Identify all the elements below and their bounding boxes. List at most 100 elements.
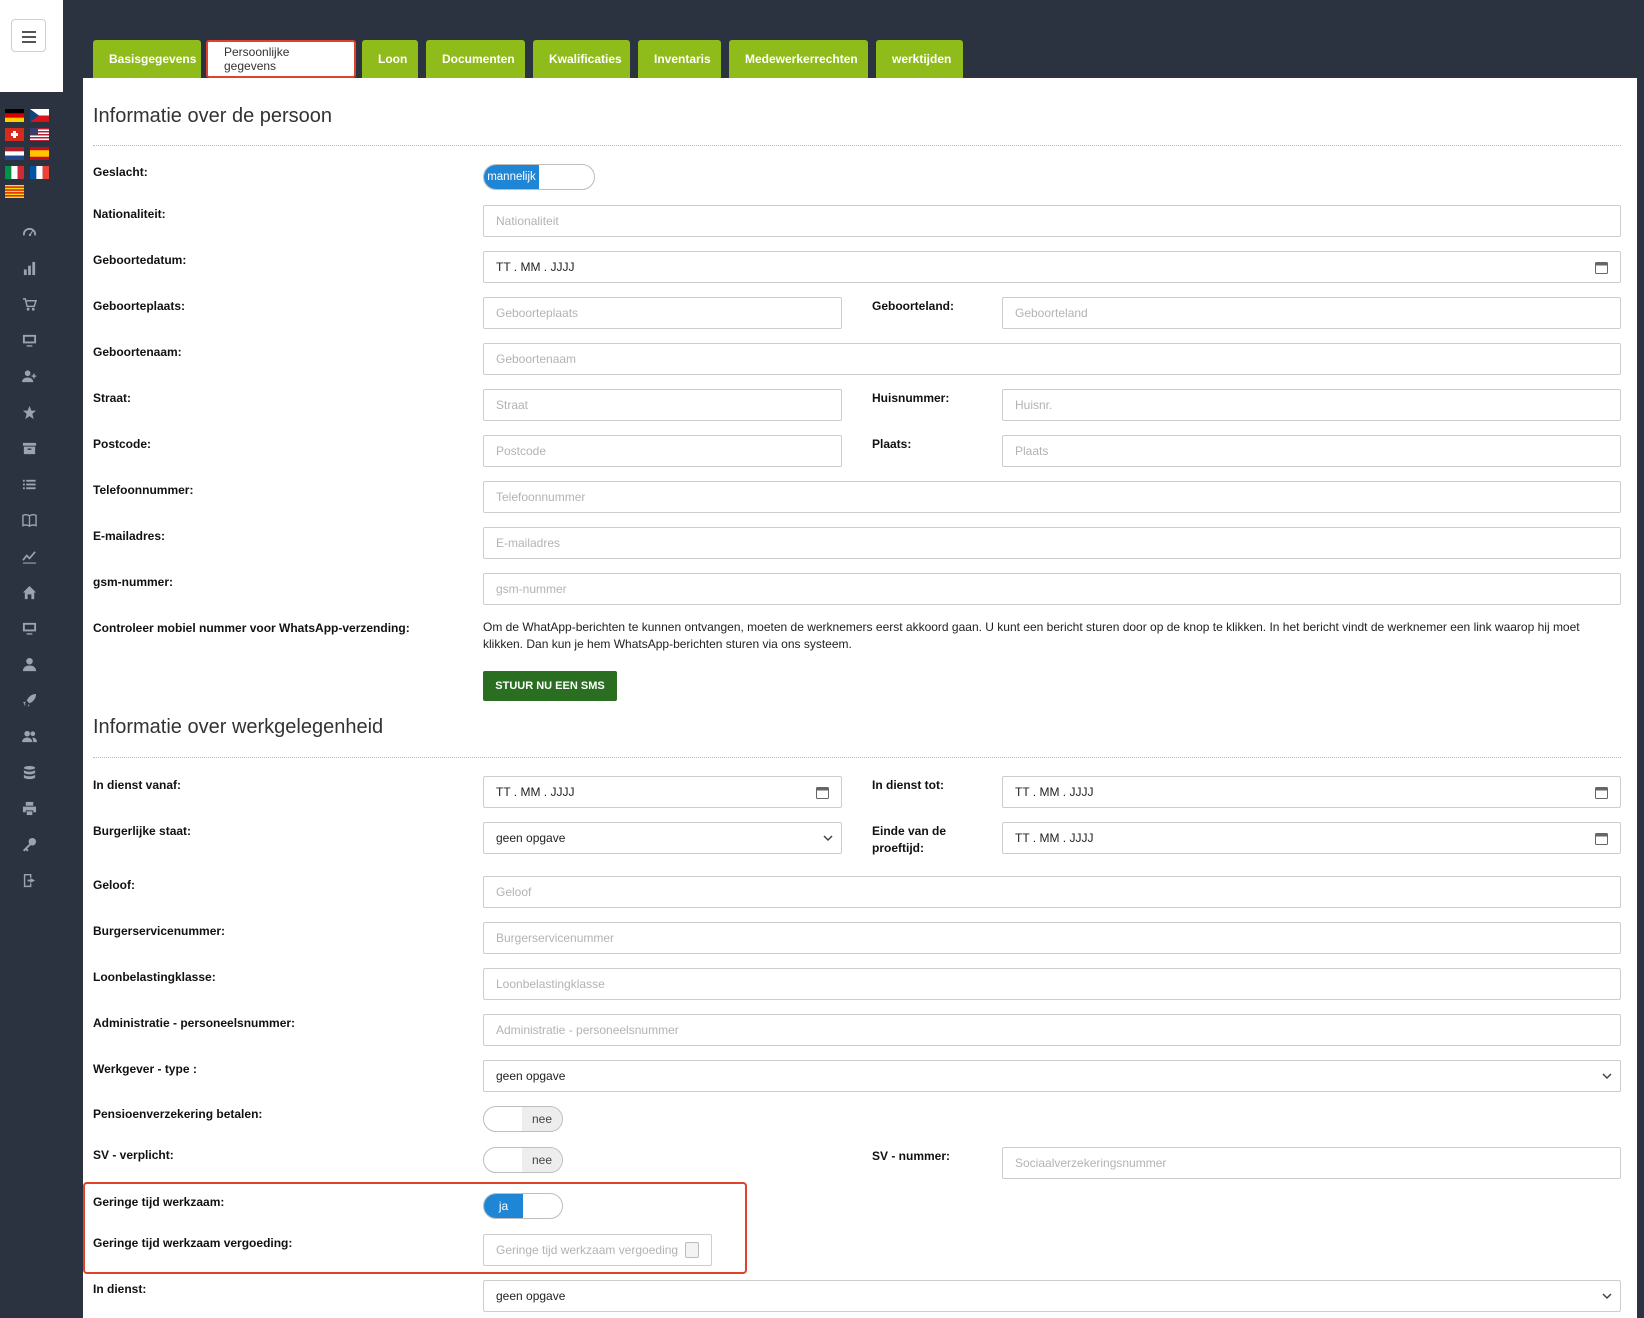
monitor-icon[interactable] [19, 618, 39, 638]
printer-icon[interactable] [19, 798, 39, 818]
tax-class-field[interactable]: Loonbelastingklasse [483, 968, 1621, 1000]
flag-it-icon[interactable] [5, 166, 24, 179]
bsn-field[interactable]: Burgerservicenummer [483, 922, 1621, 954]
street-label: Straat: [93, 391, 132, 405]
birthname-field[interactable]: Geboortenaam [483, 343, 1621, 375]
bsn-label: Burgerservicenummer: [93, 924, 226, 938]
nationality-label: Nationaliteit: [93, 207, 166, 221]
database-icon[interactable] [19, 762, 39, 782]
low-time-compensation-label: Geringe tijd werkzaam vergoeding: [93, 1236, 293, 1250]
calendar-icon[interactable] [1595, 261, 1608, 274]
admin-number-field[interactable]: Administratie - personeelsnummer [483, 1014, 1621, 1046]
pension-toggle[interactable]: nee [483, 1106, 563, 1132]
calendar-icon[interactable] [816, 786, 829, 799]
chevron-down-icon [1602, 1073, 1612, 1080]
number-spinner[interactable] [685, 1242, 699, 1258]
birthdate-field[interactable]: TT . MM . JJJJ [483, 251, 1621, 283]
tab-kwalificaties[interactable]: Kwalificaties [533, 40, 630, 78]
tab-loon[interactable]: Loon [362, 40, 418, 78]
flag-cz-icon[interactable] [30, 109, 49, 122]
probation-end-field[interactable]: TT . MM . JJJJ [1002, 822, 1621, 854]
section-title-person: Informatie over de persoon [93, 105, 333, 127]
chevron-down-icon [1602, 1293, 1612, 1300]
calendar-icon[interactable] [1595, 786, 1608, 799]
gsm-label: gsm-nummer: [93, 575, 174, 589]
user-icon[interactable] [19, 654, 39, 674]
list-icon[interactable] [19, 474, 39, 494]
employer-type-select[interactable]: geen opgave [483, 1060, 1621, 1092]
trend-icon[interactable] [19, 546, 39, 566]
sv-number-field[interactable]: Sociaalverzekeringsnummer [1002, 1147, 1621, 1179]
in-service-select[interactable]: geen opgave [483, 1280, 1621, 1312]
users-icon[interactable] [19, 726, 39, 746]
gender-toggle-value: mannelijk [484, 165, 539, 189]
tab-medewerkerrechten[interactable]: Medewerkerrechten [729, 40, 868, 78]
birthcountry-field[interactable]: Geboorteland [1002, 297, 1621, 329]
tab-documenten[interactable]: Documenten [426, 40, 525, 78]
flag-us-icon[interactable] [30, 128, 49, 141]
cart-icon[interactable] [19, 294, 39, 314]
street-field[interactable]: Straat [483, 389, 842, 421]
tab-werktijden[interactable]: werktijden [876, 40, 963, 78]
start-date-label: In dienst vanaf: [93, 778, 182, 792]
section-divider [93, 757, 1621, 758]
bar-chart-icon[interactable] [19, 258, 39, 278]
city-label: Plaats: [872, 437, 912, 451]
home-icon[interactable] [19, 582, 39, 602]
admin-number-label: Administratie - personeelsnummer: [93, 1016, 296, 1030]
section-title-employment: Informatie over werkgelegenheid [93, 716, 384, 738]
sv-mandatory-toggle[interactable]: nee [483, 1147, 563, 1173]
logout-icon[interactable] [19, 870, 39, 890]
low-time-toggle[interactable]: ja [483, 1193, 563, 1219]
gsm-field[interactable]: gsm-nummer [483, 573, 1621, 605]
religion-label: Geloof: [93, 878, 135, 892]
gender-toggle[interactable]: mannelijk [483, 164, 595, 190]
end-date-field[interactable]: TT . MM . JJJJ [1002, 776, 1621, 808]
hamburger-menu-button[interactable] [11, 19, 46, 52]
city-field[interactable]: Plaats [1002, 435, 1621, 467]
email-field[interactable]: E-mailadres [483, 527, 1621, 559]
flag-catalonia-icon[interactable] [5, 185, 24, 198]
phone-field[interactable]: Telefoonnummer [483, 481, 1621, 513]
flag-nl-icon[interactable] [5, 147, 24, 160]
monitor-icon[interactable] [19, 330, 39, 350]
marital-status-label: Burgerlijke staat: [93, 824, 192, 838]
whatsapp-info-text: Om de WhatApp-berichten te kunnen ontvan… [483, 620, 1580, 651]
housenr-field[interactable]: Huisnr. [1002, 389, 1621, 421]
speedometer-icon[interactable] [19, 222, 39, 242]
nationality-field[interactable]: Nationaliteit [483, 205, 1621, 237]
phone-label: Telefoonnummer: [93, 483, 194, 497]
low-time-compensation-field[interactable]: Geringe tijd werkzaam vergoeding [483, 1234, 712, 1266]
flag-de-icon[interactable] [5, 109, 24, 122]
star-icon[interactable] [19, 402, 39, 422]
religion-field[interactable]: Geloof [483, 876, 1621, 908]
sv-mandatory-toggle-value: nee [522, 1148, 562, 1172]
start-date-field[interactable]: TT . MM . JJJJ [483, 776, 842, 808]
birthplace-field[interactable]: Geboorteplaats [483, 297, 842, 329]
key-icon[interactable] [19, 834, 39, 854]
book-icon[interactable] [19, 510, 39, 530]
flag-es-icon[interactable] [30, 147, 49, 160]
housenr-label: Huisnummer: [872, 391, 950, 405]
flag-ch-icon[interactable] [5, 128, 24, 141]
employer-type-label: Werkgever - type : [93, 1062, 197, 1076]
email-label: E-mailadres: [93, 529, 166, 543]
gender-label: Geslacht: [93, 165, 148, 179]
flag-fr-icon[interactable] [30, 166, 49, 179]
tab-inventaris[interactable]: Inventaris [638, 40, 721, 78]
rocket-icon[interactable] [19, 690, 39, 710]
postcode-field[interactable]: Postcode [483, 435, 842, 467]
low-time-label: Geringe tijd werkzaam: [93, 1195, 225, 1209]
archive-icon[interactable] [19, 438, 39, 458]
marital-status-select[interactable]: geen opgave [483, 822, 842, 854]
section-divider [93, 145, 1621, 146]
in-service-label: In dienst: [93, 1282, 147, 1296]
tab-basisgegevens[interactable]: Basisgegevens [93, 40, 201, 78]
sidebar [0, 0, 63, 1318]
end-date-label: In dienst tot: [872, 778, 944, 792]
tab-persoonlijke-gegevens[interactable]: Persoonlijke gegevens [206, 40, 356, 78]
birthplace-label: Geboorteplaats: [93, 299, 186, 313]
add-user-icon[interactable] [19, 366, 39, 386]
send-sms-button[interactable]: STUUR NU EEN SMS [483, 671, 617, 701]
calendar-icon[interactable] [1595, 832, 1608, 845]
